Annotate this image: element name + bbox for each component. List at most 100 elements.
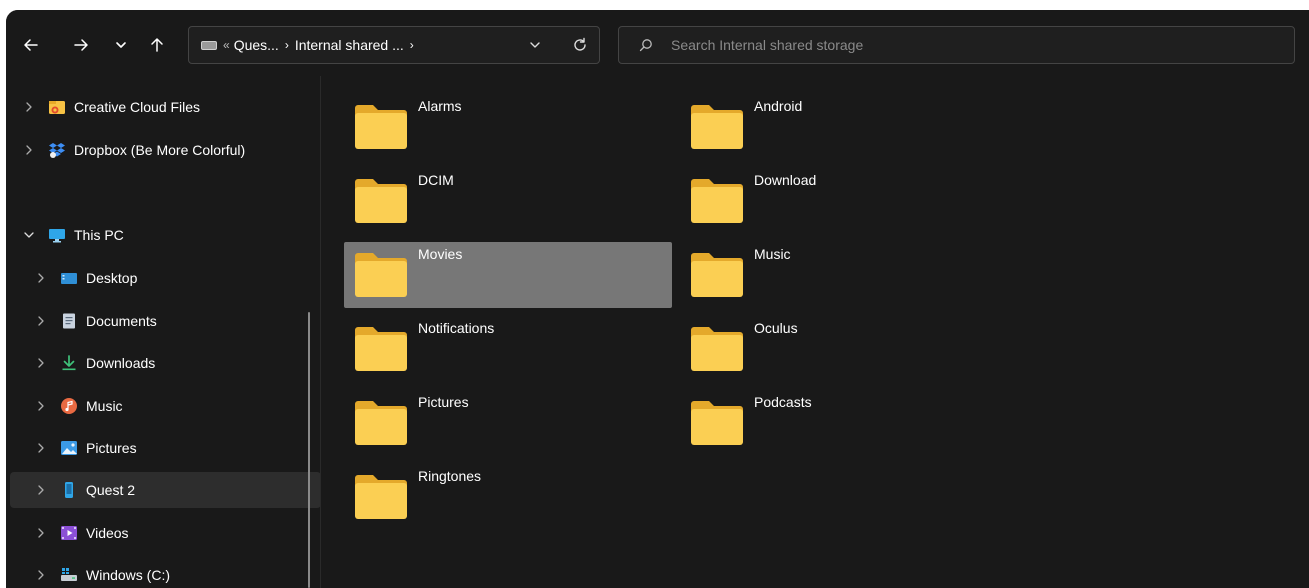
chevron-right-icon[interactable]: [34, 526, 48, 540]
breadcrumb-item-quest[interactable]: Ques...: [234, 37, 279, 53]
sidebar-item-creative-cloud-files[interactable]: Creative Cloud Files: [10, 89, 309, 125]
chevron-right-icon[interactable]: [34, 568, 48, 582]
drive-icon: [60, 566, 78, 584]
folder-name: DCIM: [418, 172, 454, 188]
folder-name: Alarms: [418, 98, 462, 114]
sidebar-item-label: Windows (C:): [86, 567, 171, 583]
creative-cloud-icon: [48, 98, 66, 116]
videos-icon: [60, 524, 78, 542]
breadcrumb-separator[interactable]: ›: [285, 38, 289, 52]
folder-name: Ringtones: [418, 468, 482, 484]
chevron-down-icon: [116, 42, 126, 48]
sidebar-item-windows-c[interactable]: Windows (C:): [10, 557, 321, 588]
arrow-right-icon: [74, 39, 88, 51]
chevron-down-icon[interactable]: [527, 37, 543, 53]
file-explorer-window: « Ques... › Internal shared ... › Search…: [6, 10, 1309, 588]
sidebar-item-quest-2[interactable]: Quest 2: [10, 472, 321, 508]
sidebar-item-label: Dropbox (Be More Colorful): [74, 142, 246, 158]
sidebar-item-label: This PC: [74, 227, 124, 243]
sidebar-item-videos[interactable]: Videos: [10, 515, 321, 551]
folder-name: Podcasts: [754, 394, 812, 410]
folder-icon: [691, 253, 743, 297]
folder-item-notifications[interactable]: Notifications: [344, 316, 672, 382]
refresh-icon[interactable]: [571, 36, 589, 54]
arrow-left-icon: [24, 39, 38, 51]
folder-name: Oculus: [754, 320, 798, 336]
folder-name: Music: [754, 246, 791, 262]
folder-icon: [355, 179, 407, 223]
folder-item-movies[interactable]: Movies: [344, 242, 672, 308]
forward-button[interactable]: [70, 34, 92, 56]
sidebar-item-label: Documents: [86, 313, 157, 329]
sidebar-item-this-pc[interactable]: This PC: [10, 217, 309, 253]
sidebar-item-label: Desktop: [86, 270, 138, 286]
toolbar: « Ques... › Internal shared ... › Search…: [6, 10, 1309, 76]
arrow-up-icon: [151, 38, 163, 52]
folder-icon: [355, 253, 407, 297]
breadcrumb-item-internal-storage[interactable]: Internal shared ...: [295, 37, 404, 53]
desktop-icon: [60, 269, 78, 287]
folder-item-dcim[interactable]: DCIM: [344, 168, 672, 234]
computer-icon: [48, 226, 66, 244]
folder-item-android[interactable]: Android: [680, 94, 1008, 160]
folder-name: Pictures: [418, 394, 469, 410]
folder-icon: [355, 475, 407, 519]
folder-icon: [691, 401, 743, 445]
pictures-icon: [60, 439, 78, 457]
sidebar-item-dropbox[interactable]: Dropbox (Be More Colorful): [10, 132, 309, 168]
folder-icon: [691, 327, 743, 371]
chevron-right-icon[interactable]: [22, 143, 36, 157]
recent-locations-button[interactable]: [110, 34, 132, 56]
chevron-right-icon[interactable]: [22, 100, 36, 114]
folder-name: Android: [754, 98, 803, 114]
chevron-right-icon[interactable]: [34, 399, 48, 413]
navigation-scrollbar[interactable]: [302, 86, 314, 588]
sidebar-item-label: Creative Cloud Files: [74, 99, 201, 115]
sidebar-item-label: Videos: [86, 525, 129, 541]
scrollbar-thumb[interactable]: [308, 312, 310, 588]
chevron-down-icon[interactable]: [22, 228, 36, 242]
search-icon: [639, 39, 652, 52]
breadcrumb: « Ques... › Internal shared ... ›: [201, 27, 420, 63]
folder-name: Download: [754, 172, 817, 188]
folder-item-ringtones[interactable]: Ringtones: [344, 464, 672, 530]
device-icon: [60, 481, 78, 499]
chevron-right-icon[interactable]: [34, 483, 48, 497]
sidebar-item-label: Music: [86, 398, 123, 414]
music-icon: [60, 397, 78, 415]
breadcrumb-overflow[interactable]: «: [223, 38, 230, 52]
folder-item-download[interactable]: Download: [680, 168, 1008, 234]
back-button[interactable]: [20, 34, 42, 56]
folder-item-oculus[interactable]: Oculus: [680, 316, 1008, 382]
folder-item-music[interactable]: Music: [680, 242, 1008, 308]
documents-icon: [60, 312, 78, 330]
folder-icon: [691, 105, 743, 149]
dropbox-icon: [48, 141, 66, 159]
chevron-right-icon[interactable]: [34, 314, 48, 328]
sidebar-item-label: Pictures: [86, 440, 137, 456]
up-button[interactable]: [146, 34, 168, 56]
folder-item-pictures[interactable]: Pictures: [344, 390, 672, 456]
breadcrumb-separator[interactable]: ›: [410, 38, 414, 52]
sidebar-item-label: Downloads: [86, 355, 156, 371]
folder-name: Movies: [418, 246, 463, 262]
chevron-right-icon[interactable]: [34, 271, 48, 285]
folder-icon: [355, 327, 407, 371]
address-bar[interactable]: « Ques... › Internal shared ... ›: [188, 26, 600, 64]
sidebar-item-desktop[interactable]: Desktop: [10, 260, 321, 296]
folder-item-alarms[interactable]: Alarms: [344, 94, 672, 160]
sidebar-item-pictures[interactable]: Pictures: [10, 430, 321, 466]
sidebar-item-music[interactable]: Music: [10, 388, 321, 424]
sidebar-item-downloads[interactable]: Downloads: [10, 345, 321, 381]
folder-icon: [355, 401, 407, 445]
folder-item-podcasts[interactable]: Podcasts: [680, 390, 1008, 456]
chevron-right-icon[interactable]: [34, 441, 48, 455]
sidebar-item-documents[interactable]: Documents: [10, 303, 321, 339]
pane-divider[interactable]: [320, 76, 321, 588]
download-icon: [60, 354, 78, 372]
navigation-pane: Creative Cloud Files Dropbox (Be More Co…: [6, 76, 321, 588]
folder-icon: [691, 179, 743, 223]
search-box[interactable]: Search Internal shared storage: [618, 26, 1295, 64]
chevron-right-icon[interactable]: [34, 356, 48, 370]
folder-icon: [355, 105, 407, 149]
